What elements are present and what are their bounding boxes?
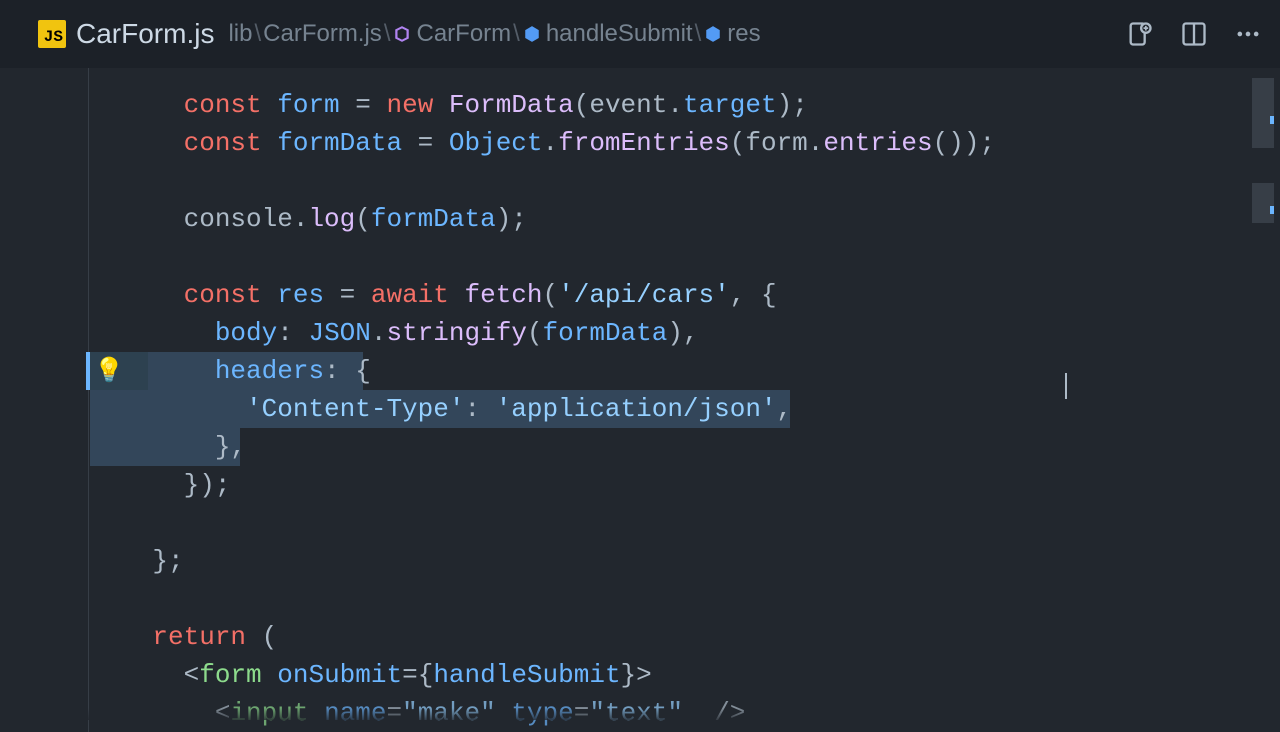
minimap-highlight xyxy=(1270,206,1274,214)
breadcrumb[interactable]: lib\ CarForm.js\ CarForm\ handleSubmit\ … xyxy=(228,20,760,48)
code-line[interactable]: body: JSON.stringify(formData), xyxy=(0,314,1280,352)
bottom-fade xyxy=(0,708,1280,720)
code-line[interactable]: const form = new FormData(event.target); xyxy=(0,86,1280,124)
indent-guide xyxy=(88,68,89,732)
breadcrumb-method[interactable]: handleSubmit xyxy=(546,20,693,48)
code-line[interactable]: 'Content-Type': 'application/json', xyxy=(0,390,1280,428)
symbol-variable-icon xyxy=(703,24,723,44)
code-line[interactable]: }, xyxy=(0,428,1280,466)
breadcrumb-sep: \ xyxy=(695,20,702,48)
code-line[interactable]: const res = await fetch('/api/cars', { xyxy=(0,276,1280,314)
minimap[interactable] xyxy=(1252,68,1274,708)
code-line[interactable] xyxy=(0,504,1280,542)
active-line-indicator xyxy=(86,352,90,390)
breadcrumb-file[interactable]: CarForm.js xyxy=(263,20,382,48)
minimap-block xyxy=(1252,78,1274,148)
breadcrumb-sep: \ xyxy=(384,20,391,48)
minimap-block xyxy=(1252,183,1274,223)
tab-bar: JS CarForm.js lib\ CarForm.js\ CarForm\ … xyxy=(0,0,1280,68)
split-editor-icon[interactable] xyxy=(1180,20,1208,48)
tab-filename[interactable]: CarForm.js xyxy=(76,18,214,50)
code-line[interactable]: <form onSubmit={handleSubmit}> xyxy=(0,656,1280,694)
code-line[interactable]: return ( xyxy=(0,618,1280,656)
breadcrumb-sep: \ xyxy=(254,20,261,48)
breadcrumb-lib[interactable]: lib xyxy=(228,20,252,48)
breadcrumb-var[interactable]: res xyxy=(727,20,760,48)
code-line[interactable]: }); xyxy=(0,466,1280,504)
symbol-method-icon xyxy=(522,24,542,44)
code-line[interactable] xyxy=(0,238,1280,276)
code-line[interactable]: const formData = Object.fromEntries(form… xyxy=(0,124,1280,162)
text-cursor xyxy=(1065,373,1067,399)
more-actions-icon[interactable] xyxy=(1234,20,1262,48)
run-settings-icon[interactable] xyxy=(1126,20,1154,48)
js-file-icon: JS xyxy=(38,20,66,48)
breadcrumb-sep: \ xyxy=(513,20,520,48)
code-line[interactable]: headers: { xyxy=(0,352,1280,390)
tab-actions xyxy=(1126,0,1262,68)
lightbulb-icon[interactable]: 💡 xyxy=(94,354,124,392)
code-line[interactable] xyxy=(0,162,1280,200)
code-editor[interactable]: 💡 const form = new FormData(event.target… xyxy=(0,68,1280,732)
code-line[interactable] xyxy=(0,580,1280,618)
breadcrumb-class[interactable]: CarForm xyxy=(416,20,511,48)
code-line[interactable]: }; xyxy=(0,542,1280,580)
minimap-highlight xyxy=(1270,116,1274,124)
symbol-class-icon xyxy=(392,24,412,44)
code-line[interactable]: console.log(formData); xyxy=(0,200,1280,238)
